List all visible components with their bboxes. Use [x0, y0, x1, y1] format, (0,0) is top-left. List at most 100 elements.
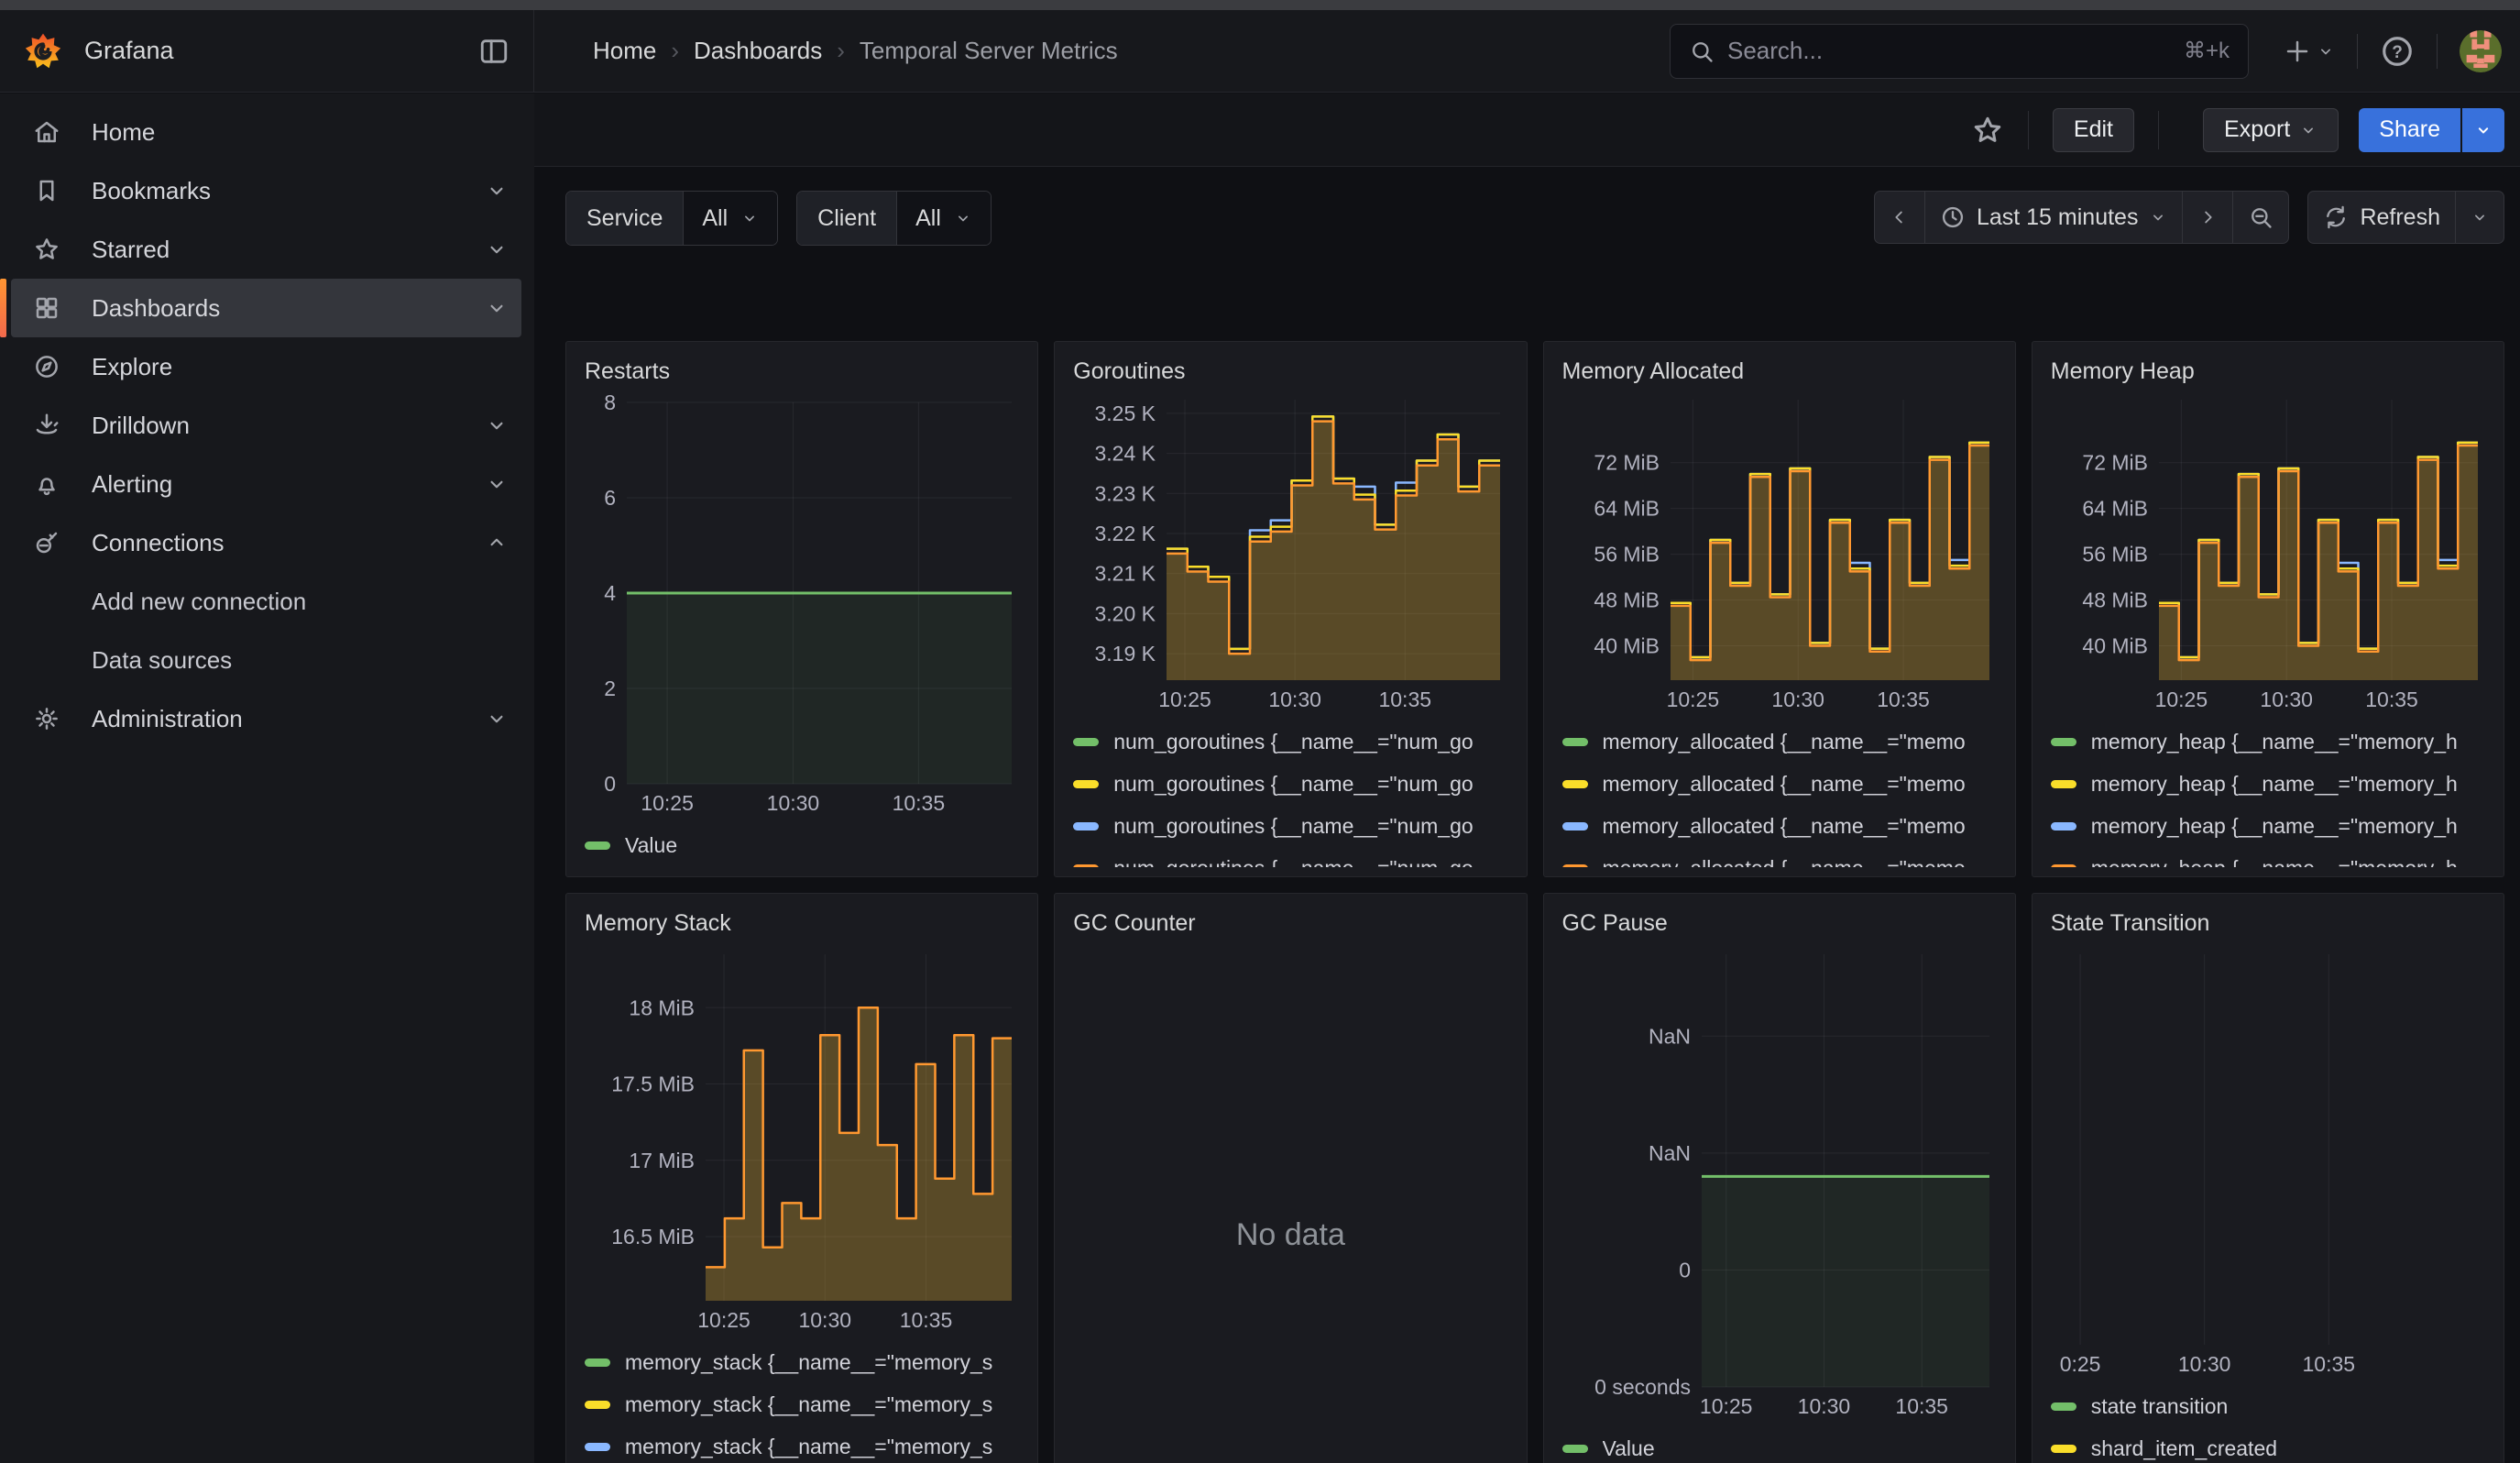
panel-title[interactable]: Memory Heap	[2051, 355, 2485, 390]
sidebar-item-data-sources[interactable]: Data sources	[11, 631, 521, 689]
sidebar-item-administration[interactable]: Administration	[11, 689, 521, 748]
svg-text:10:35: 10:35	[1877, 688, 1930, 711]
panel-gc-counter: GC Counter No data	[1054, 893, 1527, 1463]
variable-client-select[interactable]: Client All	[796, 191, 992, 246]
question-circle-icon: ?	[2380, 34, 2415, 69]
refresh-interval-button[interactable]	[2455, 191, 2504, 244]
favorite-star-button[interactable]	[1971, 114, 2004, 147]
sidebar-item-alerting[interactable]: Alerting	[11, 455, 521, 513]
legend-item[interactable]: state transition	[2051, 1385, 2485, 1427]
panel-title[interactable]: State Transition	[2051, 907, 2485, 945]
timeseries-chart[interactable]: 10:2510:3010:3540 MiB48 MiB56 MiB64 MiB7…	[1562, 390, 1997, 713]
export-button[interactable]: Export	[2203, 108, 2339, 152]
main-content: Edit Export Share	[534, 94, 2520, 1463]
new-menu-button[interactable]	[2284, 38, 2335, 65]
legend-item[interactable]: num_goroutines {__name__="num_go	[1073, 847, 1507, 867]
panel-legend: memory_heap {__name__="memory_hmemory_he…	[2051, 713, 2485, 867]
chevron-down-icon	[485, 296, 509, 320]
legend-item[interactable]: memory_heap {__name__="memory_h	[2051, 805, 2485, 847]
legend-series-label: memory_allocated {__name__="memo	[1603, 772, 1966, 797]
legend-item[interactable]: memory_stack {__name__="memory_s	[585, 1425, 1019, 1463]
timeseries-chart[interactable]: 10:2510:3010:353.19 K3.20 K3.21 K3.22 K3…	[1073, 390, 1507, 713]
legend-item[interactable]: memory_heap {__name__="memory_h	[2051, 763, 2485, 805]
time-forward-button[interactable]	[2182, 191, 2233, 244]
user-avatar[interactable]	[2460, 30, 2502, 72]
legend-series-marker	[2051, 738, 2076, 746]
legend-item[interactable]: shard_item_created	[2051, 1427, 2485, 1463]
chevron-down-icon	[485, 237, 509, 261]
legend-item[interactable]: num_goroutines {__name__="num_go	[1073, 763, 1507, 805]
time-back-button[interactable]	[1874, 191, 1925, 244]
breadcrumb-home[interactable]: Home	[593, 37, 656, 65]
no-data-message: No data	[1236, 1217, 1345, 1253]
share-menu-button[interactable]	[2462, 108, 2504, 152]
timeseries-chart[interactable]: 10:2510:3010:350 seconds0NaNNaN	[1562, 945, 1997, 1420]
legend-series-label: num_goroutines {__name__="num_go	[1113, 856, 1473, 868]
svg-text:3.23 K: 3.23 K	[1095, 481, 1156, 505]
legend-item[interactable]: Value	[1562, 1427, 1997, 1463]
help-button[interactable]: ?	[2380, 34, 2415, 69]
svg-text:56 MiB: 56 MiB	[1594, 543, 1660, 566]
sidebar-item-explore[interactable]: Explore	[11, 337, 521, 396]
svg-text:10:30: 10:30	[2178, 1352, 2231, 1376]
panel-title[interactable]: Memory Allocated	[1562, 355, 1997, 390]
connections-plug-icon	[33, 529, 60, 556]
legend-item[interactable]: memory_allocated {__name__="memo	[1562, 847, 1997, 867]
legend-series-marker	[2051, 1445, 2076, 1453]
time-range-picker[interactable]: Last 15 minutes	[1924, 191, 2184, 244]
legend-item[interactable]: memory_allocated {__name__="memo	[1562, 720, 1997, 763]
legend-series-marker	[1073, 738, 1099, 746]
dashboards-grid-icon	[33, 294, 60, 322]
legend-item[interactable]: memory_allocated {__name__="memo	[1562, 763, 1997, 805]
sidebar-item-dashboards[interactable]: Dashboards	[11, 279, 521, 337]
legend-item[interactable]: memory_stack {__name__="memory_s	[585, 1383, 1019, 1425]
svg-text:18 MiB: 18 MiB	[629, 996, 695, 1019]
legend-series-label: memory_heap {__name__="memory_h	[2091, 730, 2458, 754]
edit-button[interactable]: Edit	[2053, 108, 2134, 152]
legend-item[interactable]: memory_allocated {__name__="memo	[1562, 805, 1997, 847]
sidebar-item-bookmarks[interactable]: Bookmarks	[11, 161, 521, 220]
panel-title[interactable]: Memory Stack	[585, 907, 1019, 945]
panel-title[interactable]: Goroutines	[1073, 355, 1507, 390]
sidebar-item-add-new-connection[interactable]: Add new connection	[11, 572, 521, 631]
legend-item[interactable]: memory_stack {__name__="memory_s	[585, 1341, 1019, 1383]
legend-item[interactable]: num_goroutines {__name__="num_go	[1073, 805, 1507, 847]
svg-text:10:35: 10:35	[893, 791, 946, 815]
svg-text:64 MiB: 64 MiB	[1594, 497, 1660, 521]
legend-item[interactable]: memory_heap {__name__="memory_h	[2051, 847, 2485, 867]
refresh-button[interactable]: Refresh	[2307, 191, 2456, 244]
sidebar-item-connections[interactable]: Connections	[11, 513, 521, 572]
legend-item[interactable]: num_goroutines {__name__="num_go	[1073, 720, 1507, 763]
breadcrumb-dashboards[interactable]: Dashboards	[694, 37, 822, 65]
legend-item[interactable]: memory_heap {__name__="memory_h	[2051, 720, 2485, 763]
svg-text:10:25: 10:25	[1699, 1394, 1752, 1418]
legend-series-marker	[585, 1358, 610, 1367]
sidebar-toggle-icon[interactable]	[478, 36, 509, 67]
dashboard-toolbar: Service All Client All	[534, 167, 2520, 292]
panel-restarts: Restarts 10:2510:3010:3502468 Value	[565, 341, 1038, 877]
timeseries-chart[interactable]: 10:2510:3010:3540 MiB48 MiB56 MiB64 MiB7…	[2051, 390, 2485, 713]
panel-title[interactable]: Restarts	[585, 355, 1019, 393]
chevron-down-icon	[2299, 121, 2317, 139]
chevron-down-icon	[485, 472, 509, 496]
sidebar-item-starred[interactable]: Starred	[11, 220, 521, 279]
timeseries-chart[interactable]: 10:2510:3010:3502468	[585, 393, 1019, 817]
dashboard-panel-grid: Restarts 10:2510:3010:3502468 Value Goro…	[534, 341, 2520, 1463]
chevron-down-icon	[2471, 208, 2489, 226]
legend-series-marker	[1562, 822, 1588, 830]
legend-item[interactable]: Value	[585, 824, 1019, 866]
timeseries-chart[interactable]: 10:2510:3010:3516.5 MiB17 MiB17.5 MiB18 …	[585, 945, 1019, 1334]
panel-title[interactable]: GC Counter	[1073, 907, 1507, 945]
svg-text:10:35: 10:35	[1379, 688, 1432, 711]
sidebar-item-drilldown[interactable]: Drilldown	[11, 396, 521, 455]
timeseries-chart[interactable]: 0:2510:3010:35	[2051, 945, 2485, 1378]
search-input[interactable]: Search... ⌘+k	[1670, 24, 2249, 79]
svg-text:10:35: 10:35	[1895, 1394, 1948, 1418]
panel-state-transition: State Transition 0:2510:3010:35 state tr…	[2032, 893, 2504, 1463]
svg-text:64 MiB: 64 MiB	[2082, 497, 2148, 521]
panel-title[interactable]: GC Pause	[1562, 907, 1997, 945]
share-button[interactable]: Share	[2359, 108, 2460, 152]
sidebar-item-home[interactable]: Home	[11, 103, 521, 161]
zoom-out-button[interactable]	[2232, 191, 2289, 244]
variable-service-select[interactable]: Service All	[565, 191, 778, 246]
